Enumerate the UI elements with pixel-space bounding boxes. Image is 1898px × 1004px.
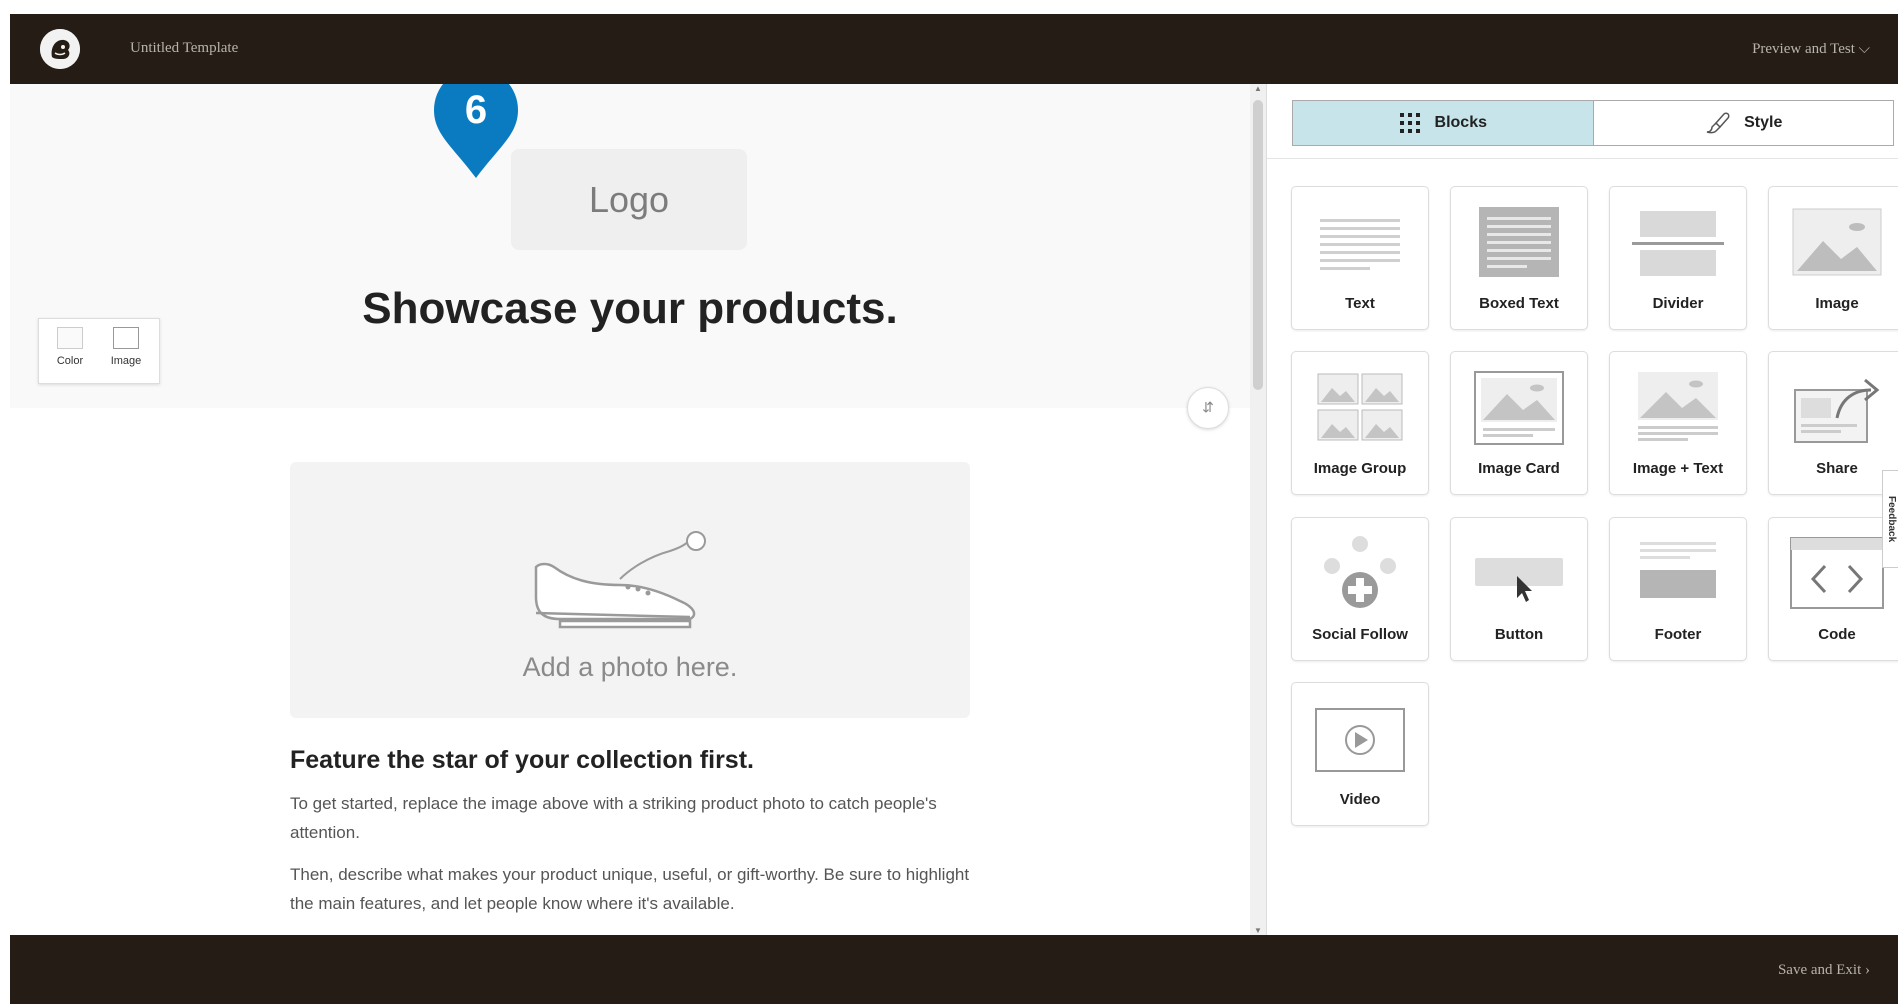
divider-block-icon — [1632, 211, 1724, 276]
block-divider-label: Divider — [1652, 295, 1704, 312]
block-image-card-label: Image Card — [1478, 460, 1560, 477]
headline[interactable]: Showcase your products. — [10, 284, 1250, 334]
top-bar: Untitled Template Preview and Test ⌵ — [10, 14, 1898, 84]
block-video-label: Video — [1339, 791, 1381, 808]
block-image-group[interactable]: Image Group — [1291, 351, 1429, 495]
step-badge: 6 — [430, 84, 522, 182]
scroll-up-icon[interactable]: ▲ — [1254, 84, 1262, 93]
block-divider[interactable]: Divider — [1609, 186, 1747, 330]
save-and-exit-button[interactable]: Save and Exit › — [1778, 962, 1870, 979]
feedback-label: Feedback — [1886, 495, 1897, 543]
tab-style[interactable]: Style — [1594, 101, 1894, 145]
background-toolbar: Color Image — [38, 318, 160, 384]
image-text-block-icon — [1638, 372, 1718, 441]
photo-caption: Add a photo here. — [522, 652, 738, 682]
image-option-icon — [113, 327, 139, 349]
block-share-label: Share — [1816, 460, 1858, 477]
block-boxed-text-label: Boxed Text — [1479, 295, 1559, 312]
tab-blocks-label: Blocks — [1434, 114, 1487, 131]
text-block-icon — [1320, 219, 1400, 270]
panel-tabs: Blocks Style — [1292, 100, 1894, 146]
block-share[interactable]: Share — [1768, 351, 1898, 495]
panel-divider — [1267, 158, 1898, 159]
shoe-icon — [534, 531, 706, 629]
tab-blocks[interactable]: Blocks — [1293, 101, 1594, 145]
block-footer-label: Footer — [1654, 626, 1702, 643]
block-image-card[interactable]: Image Card — [1450, 351, 1588, 495]
block-image-label: Image — [1815, 295, 1859, 312]
scrollbar-thumb[interactable] — [1253, 100, 1263, 390]
image-option[interactable]: Image — [101, 327, 151, 367]
block-image-text-label: Image + Text — [1632, 460, 1724, 477]
paragraph-2[interactable]: Then, describe what makes your product u… — [290, 860, 970, 918]
template-title[interactable]: Untitled Template — [130, 40, 238, 57]
feature-heading[interactable]: Feature the star of your collection firs… — [290, 746, 754, 775]
button-block-icon — [1475, 558, 1563, 602]
email-canvas: Logo Showcase your products. Color Image… — [10, 84, 1250, 935]
boxed-text-block-icon — [1479, 207, 1559, 277]
block-image-group-label: Image Group — [1313, 460, 1407, 477]
preview-and-test-button[interactable]: Preview and Test ⌵ — [1752, 40, 1870, 58]
block-social-follow-label: Social Follow — [1312, 626, 1408, 643]
color-option-label: Color — [56, 355, 84, 367]
block-boxed-text[interactable]: Boxed Text — [1450, 186, 1588, 330]
image-block-icon — [1792, 208, 1882, 276]
block-code-label: Code — [1818, 626, 1856, 643]
block-button[interactable]: Button — [1450, 517, 1588, 661]
canvas-scrollbar[interactable]: ▲ ▼ — [1250, 84, 1266, 935]
block-text-label: Text — [1345, 295, 1375, 312]
feedback-tab[interactable]: Feedback — [1882, 470, 1898, 568]
social-follow-block-icon — [1324, 536, 1396, 608]
block-footer[interactable]: Footer — [1609, 517, 1747, 661]
block-image[interactable]: Image — [1768, 186, 1898, 330]
bottom-bar: Save and Exit › — [10, 935, 1898, 1004]
reorder-handle-icon[interactable]: ⇵ — [1187, 387, 1229, 429]
block-image-text[interactable]: Image + Text — [1609, 351, 1747, 495]
share-block-icon — [1794, 378, 1880, 443]
photo-placeholder[interactable]: Add a photo here. — [290, 462, 970, 718]
hero-section[interactable]: Logo Showcase your products. — [10, 84, 1250, 408]
block-button-label: Button — [1494, 626, 1544, 643]
color-swatch-icon — [57, 327, 83, 349]
tab-style-label: Style — [1744, 114, 1783, 131]
color-option[interactable]: Color — [45, 327, 95, 367]
mailchimp-logo-icon[interactable] — [40, 29, 80, 69]
logo-placeholder[interactable]: Logo — [511, 149, 747, 250]
footer-block-icon — [1640, 542, 1716, 598]
block-code[interactable]: Code — [1768, 517, 1898, 661]
scroll-down-icon[interactable]: ▼ — [1254, 926, 1262, 935]
content-blocks-panel: Blocks Style Text Boxed Text Divider Ima… — [1266, 84, 1898, 935]
image-group-block-icon — [1317, 373, 1403, 441]
block-social-follow[interactable]: Social Follow — [1291, 517, 1429, 661]
paintbrush-icon — [1706, 112, 1730, 134]
paragraph-1[interactable]: To get started, replace the image above … — [290, 789, 970, 847]
video-block-icon — [1315, 708, 1405, 772]
step-badge-number: 6 — [464, 88, 488, 132]
block-video[interactable]: Video — [1291, 682, 1429, 826]
code-block-icon — [1790, 537, 1884, 609]
image-card-block-icon — [1474, 371, 1564, 445]
image-option-label: Image — [110, 355, 142, 367]
block-text[interactable]: Text — [1291, 186, 1429, 330]
grid-icon — [1399, 113, 1420, 133]
